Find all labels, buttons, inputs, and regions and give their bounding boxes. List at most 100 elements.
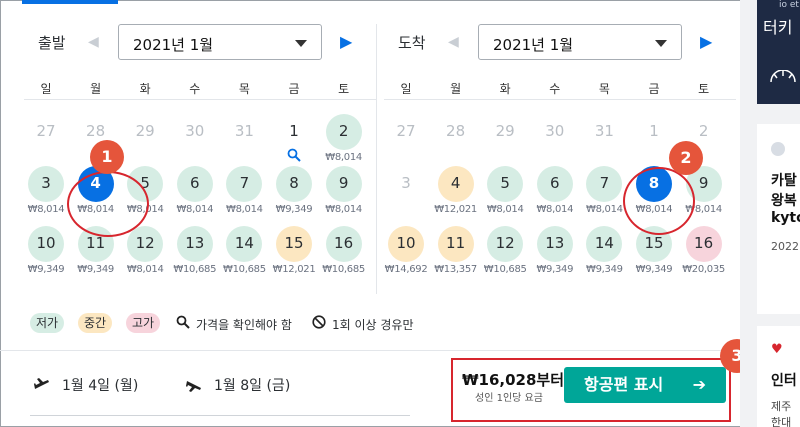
day-price: ₩12,021 [272,264,316,275]
day-number: 6 [550,174,560,192]
arrival-day-6[interactable]: 6 ₩8,014 [535,166,575,215]
arrival-weekday-6: 토 [698,82,710,96]
show-flights-button[interactable]: 항공편 표시 ➔ [564,367,726,403]
day-number: 31 [594,122,614,140]
search-icon [176,314,190,333]
arrival-day-14[interactable]: 14 ₩9,349 [584,226,624,275]
day-number: 30 [185,122,205,140]
arrival-day-11[interactable]: 11 ₩13,357 [434,226,477,275]
chevron-down-icon [295,40,307,47]
day-price: ₩8,014 [536,204,574,215]
departure-prev-month-icon[interactable]: ◀ [88,34,99,50]
legend-stopover-text: 1회 이상 경유만 [332,318,414,332]
departure-day-1[interactable]: 1 [274,114,314,162]
arrival-day-13[interactable]: 13 ₩9,349 [535,226,575,275]
arrival-day-27: 27 [386,114,426,162]
departure-day-31: 31 [224,114,264,162]
day-number: 12 [495,234,515,252]
departure-day-29: 29 [125,114,165,162]
day-price: ₩8,014 [325,152,362,163]
departure-day-12[interactable]: 12 ₩8,014 [125,226,165,275]
callout-1-ring [67,171,149,237]
departure-month-value: 2021년 1월 [133,36,214,54]
day-price: ₩9,349 [586,264,623,275]
departure-month-select[interactable]: 2021년 1월 [118,24,322,60]
article-card-2[interactable]: ♥ 인터 제주 한대 [757,326,800,427]
day-number: 14 [234,234,254,252]
day-price: ₩20,035 [682,264,725,275]
day-price: ₩9,349 [635,264,673,275]
departure-weekday-3: 수 [189,82,201,96]
departure-day-8[interactable]: 8 ₩9,349 [274,166,314,215]
arrival-day-12[interactable]: 12 ₩10,685 [484,226,527,275]
arrival-weekday-5: 금 [648,82,660,96]
departure-weekday-2: 화 [139,82,151,96]
arrival-day-5[interactable]: 5 ₩8,014 [485,166,525,215]
promo-banner[interactable]: io et 터키 [757,0,800,104]
callout-2-badge: 2 [669,141,703,175]
departure-weekday-6: 토 [338,82,350,96]
day-number: 27 [36,122,56,140]
day-number: 15 [644,234,664,252]
arrival-month-select[interactable]: 2021년 1월 [478,24,682,60]
arrival-day-31: 31 [584,114,624,162]
day-number: 28 [446,122,466,140]
day-number: 1 [649,122,659,140]
legend-mid-chip: 중간 [78,313,113,333]
day-number: 16 [694,234,714,252]
departure-day-2[interactable]: 2 ₩8,014 [324,114,364,163]
departure-day-15[interactable]: 15 ₩12,021 [273,226,316,275]
day-price: ₩10,685 [322,264,365,275]
departure-day-13[interactable]: 13 ₩10,685 [173,226,216,275]
day-number: 1 [289,122,299,140]
date-picker-panel: 출발 ◀ 2021년 1월 ▶ 일월화수목금토 27 28 29 30 31 1 2 ₩8,0… [0,0,754,427]
arrival-weekday-2: 화 [499,82,511,96]
inbound-date: 1월 8일 (금) [214,378,291,394]
arrival-day-10[interactable]: 10 ₩14,692 [385,226,428,275]
heart-icon[interactable]: ♥ [771,342,783,357]
departure-day-7[interactable]: 7 ₩8,014 [224,166,264,215]
departure-day-6[interactable]: 6 ₩8,014 [175,166,215,215]
arrival-day-7[interactable]: 7 ₩8,014 [584,166,624,215]
day-price: ₩10,685 [173,264,217,275]
day-price: ₩8,014 [176,204,214,215]
day-number: 12 [135,234,155,252]
day-number: 9 [338,174,349,192]
departure-day-14[interactable]: 14 ₩10,685 [223,226,266,275]
arrival-day-28: 28 [436,114,476,162]
departure-day-10[interactable]: 10 ₩9,349 [26,226,66,275]
arrival-label: 도착 [398,34,426,52]
search-icon [287,148,301,162]
day-price: ₩9,349 [77,264,114,275]
arrival-day-16[interactable]: 16 ₩20,035 [682,226,725,275]
day-number: 7 [239,174,250,192]
arrival-day-30: 30 [535,114,575,162]
day-number: 4 [450,174,461,192]
right-sidebar: io et 터키 카탈 왕복 kyto 2022 ♥ 인터 제주 한대 [740,0,800,427]
arrival-day-4[interactable]: 4 ₩12,021 [434,166,477,215]
day-number: 10 [36,234,56,252]
arrival-prev-month-icon[interactable]: ◀ [448,34,459,50]
day-number: 14 [594,234,614,252]
arrival-day-3: 3 [386,166,426,214]
day-number: 2 [338,122,349,140]
departure-weekday-5: 금 [288,82,300,96]
article-1-line-1: 카탈 [771,173,797,189]
departure-day-16[interactable]: 16 ₩10,685 [322,226,365,275]
departure-next-month-icon[interactable]: ▶ [340,32,352,51]
day-number: 6 [190,174,200,192]
article-card-1[interactable]: 카탈 왕복 kyto 2022 [757,124,800,314]
departure-weekday-row: 일월화수목금토 [24,80,376,100]
departure-day-3[interactable]: 3 ₩8,014 [26,166,66,215]
arrival-next-month-icon[interactable]: ▶ [700,32,712,51]
article-2-line-3: 한대 [771,416,792,427]
promo-banner-small-text: io et [779,0,799,10]
calendar-divider [376,24,377,294]
price-legend: 저가 중간 고가 가격을 확인해야 함 1회 이상 경유만 [30,310,730,336]
day-number: 27 [396,122,416,140]
promo-banner-title: 터키 [763,18,793,37]
chevron-down-icon [655,40,667,47]
day-number: 29 [495,122,515,140]
arrival-month-value: 2021년 1월 [493,36,574,54]
departure-day-9[interactable]: 9 ₩8,014 [324,166,364,215]
